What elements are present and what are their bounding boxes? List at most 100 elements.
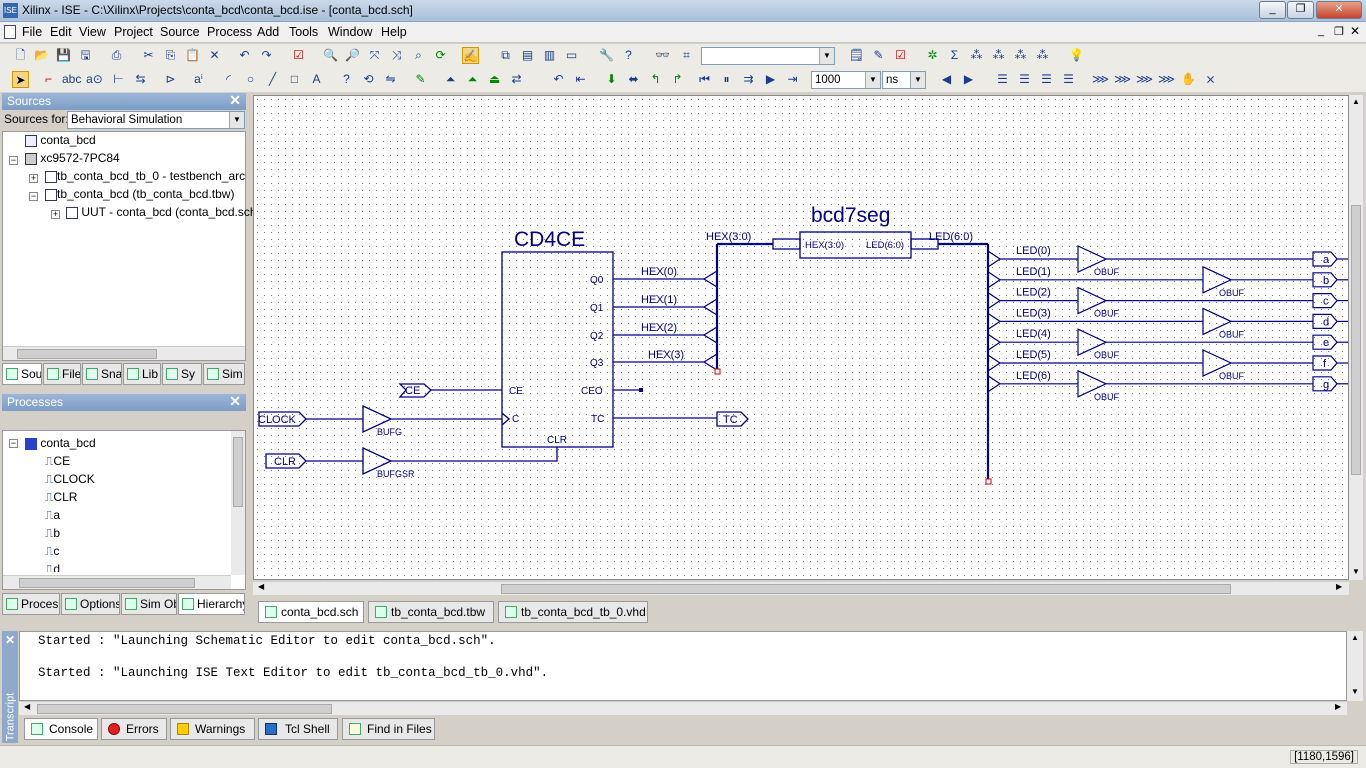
tab-sources[interactable]: Sou [2,363,42,385]
net2-icon[interactable]: ⁂ [990,47,1007,64]
process-item[interactable]: ⎍c [45,544,59,559]
net-icon[interactable]: ⁂ [968,47,985,64]
highlight-icon[interactable]: ✎ [412,71,429,88]
scroll-down-icon[interactable]: ▼ [1352,567,1360,576]
tree-item-testbench[interactable]: tb_conta_bcd_tb_0 - testbench_arch (t [45,169,245,183]
paste-icon[interactable]: 📋 [184,47,201,64]
chevron-down-icon[interactable]: ▼ [865,72,880,88]
binoculars-icon[interactable]: 👓 [654,47,671,64]
select-arrow-icon[interactable]: ➤ [12,71,29,88]
zoom-full-icon[interactable]: ⤧ [366,47,383,64]
process-root[interactable]: conta_bcd [25,436,96,450]
pan-tool-icon[interactable]: ✍ [462,47,479,64]
arc-icon[interactable]: ◜ [220,71,237,88]
restore-button[interactable]: ❐ [1287,1,1314,19]
align4-icon[interactable]: ☰ [1060,71,1077,88]
scroll-thumb[interactable] [19,578,195,588]
net4-icon[interactable]: ⁂ [1034,47,1051,64]
run-back-icon[interactable]: ↰ [647,71,664,88]
tab-options[interactable]: Options [61,593,120,615]
step-icon[interactable]: ⇉ [740,71,757,88]
waveform-icon[interactable]: ⋙ [1092,71,1109,88]
tree-item-tbw[interactable]: tb_conta_bcd (tb_conta_bcd.tbw) [45,187,234,201]
delete-icon[interactable]: ✕ [206,47,223,64]
previous-icon[interactable]: ◀ [938,71,955,88]
refresh-icon[interactable]: ⟳ [432,47,449,64]
tile-vertical-icon[interactable]: ▥ [541,47,558,64]
wire-clr-buffered[interactable] [391,447,558,462]
mirror-icon[interactable]: ⇋ [382,71,399,88]
tab-tb-conta-bcd-tbw[interactable]: tb_conta_bcd.tbw [368,601,494,623]
tab-warnings[interactable]: Warnings [170,718,255,740]
rectangle-icon[interactable]: □ [286,71,303,88]
menu-project[interactable]: Project [114,25,153,39]
push-icon[interactable]: ⏶ [442,71,459,88]
tab-hierarchy[interactable]: Hierarchy [178,593,245,615]
cross-icon[interactable]: ⨯ [1202,71,1219,88]
menu-tools[interactable]: Tools [289,25,318,39]
run-forward-icon[interactable]: ↱ [669,71,686,88]
scroll-right-icon[interactable]: ▶ [1336,582,1342,591]
canvas-vscroll[interactable]: ▲ ▼ [1349,95,1363,580]
scroll-left-icon[interactable]: ◀ [24,702,30,711]
zoom-selection-icon[interactable]: ⤨ [388,47,405,64]
waveform2-icon[interactable]: ⋙ [1114,71,1131,88]
edit-template-icon[interactable]: ✎ [870,47,887,64]
process-item[interactable]: ⎍d [45,562,60,572]
next-icon[interactable]: ▶ [960,71,977,88]
tab-files[interactable]: File [43,363,81,385]
line-icon[interactable]: ╱ [264,71,281,88]
cascade-icon[interactable]: ⧉ [497,47,514,64]
processes-hscroll[interactable] [3,575,231,589]
menu-help[interactable]: Help [381,25,407,39]
process-item[interactable]: ⎍CLOCK [45,472,95,487]
check-syntax-icon[interactable]: ☑ [892,47,909,64]
check-icon[interactable]: ☑ [290,47,307,64]
symbol-wizard-icon[interactable]: ? [338,71,355,88]
tree-item-device[interactable]: xc9572-7PC84 [25,151,120,165]
processes-vscroll[interactable] [231,431,245,575]
scroll-thumb[interactable] [501,584,1231,594]
bus-icon[interactable]: ⇄ [508,71,525,88]
collapse-icon[interactable]: − [29,192,38,201]
menu-edit[interactable]: Edit [50,25,72,39]
tab-console[interactable]: Console [24,718,98,740]
menu-window[interactable]: Window [328,25,372,39]
cut-icon[interactable]: ✂ [140,47,157,64]
save-all-icon[interactable]: 🖫 [77,47,94,64]
collapse-icon[interactable]: − [9,156,18,165]
add-bus-tap-icon[interactable]: ⊢ [110,71,127,88]
scroll-down-icon[interactable]: ▼ [1351,687,1359,696]
minimize-button[interactable]: _ [1259,1,1286,19]
sim-time-combo[interactable]: 1000 ▼ [811,71,881,89]
zoom-out-icon[interactable]: 🔎 [344,47,361,64]
process-item[interactable]: ⎍CLR [45,490,77,505]
scroll-thumb[interactable] [37,704,332,714]
expand-icon[interactable]: + [51,210,60,219]
tab-tcl-shell[interactable]: Tcl Shell [258,718,338,740]
menu-add[interactable]: Add [257,25,279,39]
align3-icon[interactable]: ☰ [1038,71,1055,88]
hand-icon[interactable]: ✋ [1180,71,1197,88]
top-icon[interactable]: ⏏ [486,71,503,88]
add-net-name-icon[interactable]: abc [62,71,81,88]
net3-icon[interactable]: ⁂ [1012,47,1029,64]
process-item[interactable]: ⎍b [45,526,60,541]
play-icon[interactable]: ▶ [762,71,779,88]
text-icon[interactable]: A [308,71,325,88]
menu-file[interactable]: File [22,25,42,39]
scroll-right-icon[interactable]: ▶ [1335,702,1341,711]
window-icon[interactable]: ▭ [563,47,580,64]
tree-item-uut[interactable]: UUT - conta_bcd (conta_bcd.sch) [66,205,261,219]
console-vscroll[interactable]: ▲ ▼ [1347,631,1363,701]
scroll-left-icon[interactable]: ◀ [258,582,264,591]
chevron-down-icon[interactable]: ▼ [819,48,834,64]
tab-errors[interactable]: Errors [101,718,167,740]
tab-sim-objects[interactable]: Sim Ob [121,593,177,615]
sources-for-select[interactable]: Behavioral Simulation ▼ [67,111,245,129]
menu-source[interactable]: Source [160,25,200,39]
scroll-thumb[interactable] [233,437,243,507]
mdi-minimize-button[interactable]: _ [1318,25,1324,37]
lightbulb-icon[interactable]: 💡 [1068,47,1085,64]
schematic-canvas[interactable]: LED(0) OBUF a LED(1) OBUF b LED(2) OBUF c LED(3) O… [253,95,1349,580]
